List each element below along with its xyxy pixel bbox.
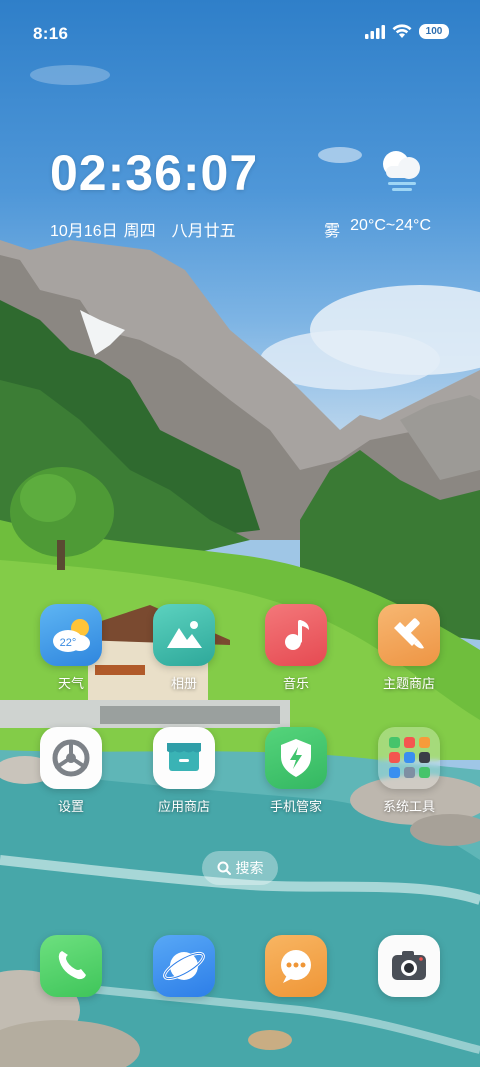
weather-badge-temp: 22° <box>60 637 77 649</box>
settings-icon <box>40 727 102 789</box>
search-button[interactable]: 搜索 <box>202 851 278 885</box>
app-store-icon <box>153 727 215 789</box>
message-icon <box>265 935 327 997</box>
app-phone-manager[interactable]: 手机管家 <box>251 727 341 815</box>
app-label: 音乐 <box>282 676 309 691</box>
app-label: 相册 <box>170 676 197 691</box>
dock-camera[interactable] <box>364 935 454 997</box>
clock-time: 02:36:07 <box>50 145 259 201</box>
weekday-text: 周四 <box>123 223 156 240</box>
date-line: 10月16日 周四 八月廿五 <box>50 217 236 241</box>
app-theme-store[interactable]: 主题商店 <box>364 604 454 692</box>
lunar-date-text: 八月廿五 <box>171 223 236 240</box>
battery-icon: 100 <box>419 24 449 39</box>
app-app-store[interactable]: 应用商店 <box>139 727 229 815</box>
app-label: 应用商店 <box>157 799 210 814</box>
clock-weather-widget[interactable]: 02:36:07 10月16日 周四 八月廿五 雾 20°C~24°C <box>50 140 440 250</box>
browser-planet-icon <box>153 935 215 997</box>
dock-phone[interactable] <box>26 935 116 997</box>
weather-app-icon: 22° <box>40 604 102 666</box>
wifi-icon <box>392 24 412 38</box>
app-label: 手机管家 <box>269 799 322 814</box>
weather-condition: 雾 <box>324 223 341 240</box>
phone-icon <box>40 935 102 997</box>
app-weather[interactable]: 22° 天气 <box>26 604 116 692</box>
app-label: 系统工具 <box>382 799 435 814</box>
app-music[interactable]: 音乐 <box>251 604 341 692</box>
music-icon <box>265 604 327 666</box>
app-gallery[interactable]: 相册 <box>139 604 229 692</box>
app-system-tools-folder[interactable]: 系统工具 <box>364 727 454 815</box>
signal-icon <box>365 24 385 39</box>
weather-line: 雾 20°C~24°C <box>324 217 431 241</box>
app-label: 天气 <box>57 676 84 691</box>
dock-browser[interactable] <box>139 935 229 997</box>
app-label: 设置 <box>57 799 84 814</box>
app-label: 主题商店 <box>382 676 435 691</box>
gallery-icon <box>153 604 215 666</box>
date-text: 10月16日 <box>50 223 118 240</box>
search-icon <box>217 861 231 875</box>
app-settings[interactable]: 设置 <box>26 727 116 815</box>
status-time: 8:16 <box>33 24 69 43</box>
security-shield-icon <box>265 727 327 789</box>
temperature-range: 20°C~24°C <box>350 217 431 234</box>
dock-messages[interactable] <box>251 935 341 997</box>
camera-icon <box>378 935 440 997</box>
theme-store-icon <box>378 604 440 666</box>
search-label: 搜索 <box>235 860 264 876</box>
fog-cloud-icon <box>383 151 420 191</box>
status-bar: 8:16 100 <box>0 0 480 66</box>
status-icons: 100 <box>365 24 449 39</box>
system-tools-folder-icon <box>378 727 440 789</box>
